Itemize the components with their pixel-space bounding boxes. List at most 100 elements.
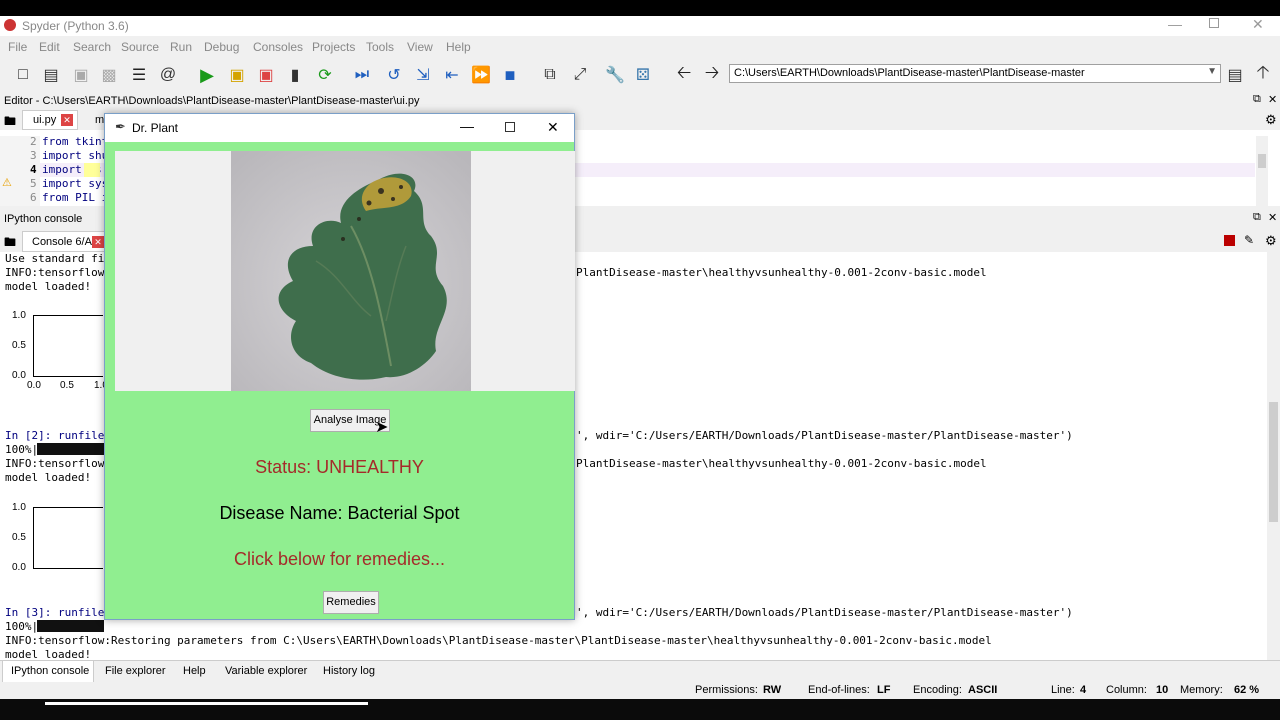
menu-file[interactable]: File	[8, 40, 27, 54]
bottom-tabbar: IPython console File explorer Help Varia…	[0, 660, 1280, 683]
menu-debug[interactable]: Debug	[204, 40, 239, 54]
code-line: import shu	[42, 149, 109, 162]
menu-search[interactable]: Search	[73, 40, 111, 54]
tab-label: Console 6/A	[32, 236, 92, 248]
tab-second-label[interactable]: m	[95, 114, 104, 126]
restore-button[interactable]	[1209, 18, 1219, 28]
working-directory-value: C:\Users\EARTH\Downloads\PlantDisease-ma…	[734, 67, 1085, 79]
browse-folder-icon[interactable]: ▤	[1224, 64, 1246, 86]
tab-help[interactable]: Help	[183, 665, 206, 677]
run-icon[interactable]: ▶	[196, 64, 218, 86]
eol-value: LF	[877, 684, 891, 696]
step-return-icon[interactable]: ⇤	[441, 64, 463, 86]
console-line: INFO:tensorflow	[5, 266, 105, 279]
stop-icon[interactable]: ■	[499, 64, 521, 86]
scrollbar-thumb[interactable]	[1269, 402, 1278, 522]
continue-icon[interactable]: ⏩	[470, 64, 492, 86]
minimize-button[interactable]: —	[1168, 16, 1182, 32]
tab-ui-py[interactable]: ui.py ✕	[22, 110, 78, 130]
x-tick-label: 1.0	[94, 380, 104, 391]
close-window-button[interactable]: ✕	[1252, 16, 1264, 33]
close-tab-icon[interactable]: ✕	[92, 236, 104, 248]
menu-help[interactable]: Help	[446, 40, 471, 54]
minimize-button[interactable]: —	[460, 118, 474, 134]
save-icon[interactable]: ▣	[70, 64, 92, 86]
leaf-drawing	[231, 151, 471, 391]
preferences-wrench-icon[interactable]: 🔧	[604, 64, 626, 86]
memory-value: 62 %	[1234, 684, 1260, 696]
new-file-icon[interactable]: □	[12, 64, 34, 86]
y-tick-label: 0.0	[12, 370, 26, 381]
column-value: 10	[1156, 684, 1169, 696]
tab-variable-explorer[interactable]: Variable explorer	[225, 665, 307, 677]
line-number: 6	[30, 191, 37, 204]
at-icon[interactable]: @	[157, 64, 179, 86]
console-line: ', wdir='C:/Users/EARTH/Downloads/PlantD…	[576, 429, 1073, 442]
maximize-pane-icon[interactable]: ⧉	[539, 64, 561, 86]
close-pane-icon[interactable]: ✕	[1268, 93, 1277, 106]
fullscreen-icon[interactable]: ⤢	[569, 64, 591, 86]
console-scrollbar[interactable]	[1267, 252, 1280, 660]
run-cell-advance-icon[interactable]: ▣	[255, 64, 277, 86]
chevron-down-icon[interactable]: ▼	[1207, 66, 1217, 77]
console-line: PlantDisease-master\healthyvsunhealthy-0…	[576, 266, 987, 279]
parent-dir-arrow-icon[interactable]: 🡡	[1252, 62, 1274, 86]
x-tick-label: 0.0	[27, 380, 41, 391]
undock-icon[interactable]: ⧉	[1253, 211, 1261, 224]
forward-arrow-icon[interactable]: 🡢	[701, 62, 723, 86]
tab-console[interactable]: Console 6/A ✕	[22, 231, 106, 252]
eol-label: End-of-lines:	[808, 684, 870, 696]
menu-source[interactable]: Source	[121, 40, 159, 54]
close-button[interactable]: ✕	[547, 119, 559, 136]
screen-bottom-strip	[0, 699, 1280, 720]
dr-plant-title: Dr. Plant	[132, 121, 179, 135]
debug-icon[interactable]: ⏭	[351, 64, 373, 86]
scrollbar-thumb[interactable]	[1258, 154, 1266, 168]
editor-header-title: Editor - C:\Users\EARTH\Downloads\PlantD…	[4, 95, 420, 107]
rerun-icon[interactable]: ⟳	[314, 64, 336, 86]
y-tick-label: 0.0	[12, 562, 26, 573]
console-line: Use standard fi	[5, 252, 105, 265]
remedies-button[interactable]: Remedies	[323, 591, 379, 614]
tab-file-explorer[interactable]: File explorer	[105, 665, 166, 677]
progress-bar	[37, 620, 104, 632]
menu-consoles[interactable]: Consoles	[253, 40, 303, 54]
menu-tools[interactable]: Tools	[366, 40, 394, 54]
close-tab-icon[interactable]: ✕	[61, 114, 73, 126]
image-panel	[115, 151, 575, 391]
console-line: In [2]: runfile	[5, 429, 105, 442]
warning-icon: ⚠	[2, 177, 12, 189]
close-pane-icon[interactable]: ✕	[1268, 211, 1277, 224]
menu-view[interactable]: View	[407, 40, 433, 54]
browse-tabs-folder-icon[interactable]: 🖿	[4, 233, 16, 254]
gear-icon[interactable]: ⚙	[1265, 112, 1277, 128]
open-file-icon[interactable]: ▤	[40, 64, 62, 86]
menu-run[interactable]: Run	[170, 40, 192, 54]
menu-edit[interactable]: Edit	[39, 40, 60, 54]
line-number: 2	[30, 135, 37, 148]
disease-name-label: Disease Name: Bacterial Spot	[219, 503, 460, 523]
tab-ipython-console[interactable]: IPython console	[2, 661, 94, 683]
tab-history-log[interactable]: History log	[323, 665, 375, 677]
taskbar-highlight	[45, 702, 368, 705]
editor-pane-header: Editor - C:\Users\EARTH\Downloads\PlantD…	[0, 92, 1280, 110]
mouse-cursor-icon: ➤	[375, 419, 389, 436]
step-icon[interactable]: ↺	[383, 64, 405, 86]
edit-icon[interactable]: ✎	[1244, 233, 1254, 247]
column-label: Column:	[1106, 684, 1147, 696]
back-arrow-icon[interactable]: 🡠	[673, 62, 695, 86]
stop-kernel-icon[interactable]	[1224, 235, 1235, 246]
line-number: 3	[30, 149, 37, 162]
save-all-icon[interactable]: ▩	[98, 64, 120, 86]
list-icon[interactable]: ☰	[128, 64, 150, 86]
python-path-icon[interactable]: ⚄	[632, 64, 654, 86]
undock-icon[interactable]: ⧉	[1253, 93, 1261, 106]
maximize-button[interactable]	[505, 122, 515, 132]
run-cell-icon[interactable]: ▣	[226, 64, 248, 86]
step-into-icon[interactable]: ⇲	[412, 64, 434, 86]
gear-icon[interactable]: ⚙	[1265, 233, 1277, 249]
menu-projects[interactable]: Projects	[312, 40, 355, 54]
working-directory-combobox[interactable]: C:\Users\EARTH\Downloads\PlantDisease-ma…	[729, 64, 1221, 83]
editor-scrollbar[interactable]	[1256, 136, 1268, 206]
run-selection-icon[interactable]: ▮	[284, 64, 306, 86]
